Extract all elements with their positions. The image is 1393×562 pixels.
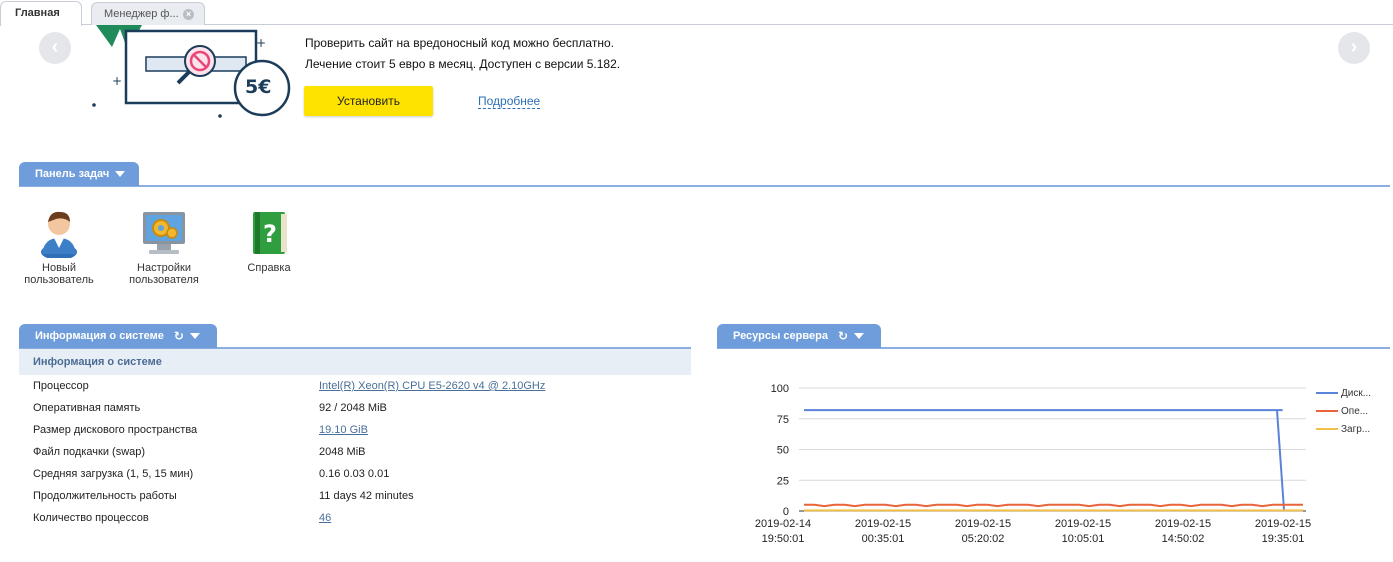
resources-header[interactable]: Ресурсы сервера ↻ bbox=[717, 324, 881, 348]
row-label-memory: Оперативная память bbox=[33, 402, 141, 414]
banner-line-1: Проверить сайт на вредоносный код можно … bbox=[305, 36, 614, 50]
row-label-load: Средняя загрузка (1, 5, 15 мин) bbox=[33, 468, 194, 480]
task-new-user-label: Новый пользователь bbox=[24, 262, 94, 286]
row-label-cpu: Процессор bbox=[33, 380, 89, 392]
legend-label: Диск... bbox=[1341, 388, 1372, 399]
chevron-down-icon[interactable] bbox=[854, 333, 865, 340]
section-divider bbox=[19, 185, 1390, 187]
task-user-settings-label: Настройки пользователя bbox=[129, 262, 199, 286]
sparkle-icon: + bbox=[112, 74, 122, 88]
help-book-icon: ? bbox=[253, 212, 287, 254]
row-label-swap: Файл подкачки (swap) bbox=[33, 446, 146, 458]
sysinfo-subheader: Информация о системе bbox=[19, 349, 691, 375]
chart-series-line bbox=[804, 503, 1303, 508]
legend-item[interactable]: Опе... bbox=[1316, 406, 1368, 417]
banner-line-2: Лечение стоит 5 евро в месяц. Доступен с… bbox=[305, 57, 621, 71]
chart-x-tick-date: 2019-02-15 bbox=[1055, 518, 1111, 530]
chart-x-tick-date: 2019-02-15 bbox=[1255, 518, 1311, 530]
chevron-left-icon: ‹ bbox=[51, 36, 59, 58]
chart-x-tick-time: 19:35:01 bbox=[1262, 533, 1305, 545]
svg-text:?: ? bbox=[263, 220, 277, 248]
chart-y-tick-label: 25 bbox=[777, 475, 789, 487]
row-label-processes: Количество процессов bbox=[33, 512, 149, 524]
legend-item[interactable]: Диск... bbox=[1316, 388, 1371, 399]
legend-swatch bbox=[1316, 410, 1338, 413]
more-info-link[interactable]: Подробнее bbox=[478, 95, 541, 109]
price-badge: 5€ bbox=[245, 76, 272, 98]
refresh-icon[interactable]: ↻ bbox=[174, 324, 184, 348]
legend-swatch bbox=[1316, 392, 1338, 395]
banner-next-button[interactable]: › bbox=[1338, 32, 1370, 64]
chart-x-tick-time: 05:20:02 bbox=[962, 533, 1005, 545]
resources-chart: 100 75 50 25 02019-02-14 19:50:01 2019-02-15 00… bbox=[755, 383, 1311, 545]
row-label-uptime: Продолжительность работы bbox=[33, 490, 177, 502]
row-value-processes[interactable]: 46 bbox=[319, 512, 331, 524]
tab-file-manager[interactable]: Менеджер ф... × bbox=[91, 2, 205, 25]
chart-x-tick-date: 2019-02-15 bbox=[855, 518, 911, 530]
chart-x-tick-date: 2019-02-14 bbox=[755, 518, 811, 530]
task-new-user[interactable]: Новый пользователь bbox=[14, 208, 104, 286]
legend-swatch bbox=[1316, 428, 1338, 431]
chart-x-tick-date: 2019-02-15 bbox=[1155, 518, 1211, 530]
chart-series-line bbox=[804, 409, 1285, 510]
chart-y-tick-label: 50 bbox=[777, 445, 789, 457]
chevron-right-icon: › bbox=[1350, 36, 1358, 58]
chart-y-tick-label: 75 bbox=[777, 414, 789, 426]
chart-x-tick-time: 10:05:01 bbox=[1062, 533, 1105, 545]
taskbar-header[interactable]: Панель задач bbox=[19, 162, 139, 186]
close-icon[interactable]: × bbox=[183, 9, 194, 20]
resources-title: Ресурсы сервера bbox=[733, 330, 828, 342]
chart-y-tick-label: 100 bbox=[771, 383, 789, 395]
taskbar-title: Панель задач bbox=[35, 168, 110, 180]
chevron-down-icon[interactable] bbox=[115, 171, 126, 178]
row-value-uptime: 11 days 42 minutes bbox=[319, 490, 414, 502]
sysinfo-title: Информация о системе bbox=[35, 330, 164, 342]
install-button[interactable]: Установить bbox=[304, 86, 433, 116]
chart-x-tick-time: 14:50:02 bbox=[1162, 533, 1205, 545]
chart-x-tick-time: 00:35:01 bbox=[862, 533, 905, 545]
chart-y-tick-label: 0 bbox=[783, 506, 789, 518]
row-value-swap: 2048 MiB bbox=[319, 446, 366, 458]
monitor-settings-icon bbox=[143, 212, 185, 254]
tab-bar: Главная Менеджер ф... × bbox=[0, 0, 1393, 26]
sysinfo-header[interactable]: Информация о системе ↻ bbox=[19, 324, 217, 348]
chevron-down-icon[interactable] bbox=[189, 333, 200, 340]
tab-home[interactable]: Главная bbox=[0, 1, 82, 26]
dot-shape bbox=[218, 114, 222, 118]
chart-x-tick-date: 2019-02-15 bbox=[955, 518, 1011, 530]
refresh-icon[interactable]: ↻ bbox=[838, 324, 848, 348]
legend-label: Загр... bbox=[1341, 424, 1371, 435]
banner-prev-button[interactable]: ‹ bbox=[39, 32, 71, 64]
chart-x-tick-time: 19:50:01 bbox=[762, 533, 805, 545]
row-value-disk[interactable]: 19.10 GiB bbox=[319, 424, 368, 436]
task-help[interactable]: ? Справка bbox=[224, 208, 314, 274]
row-label-disk: Размер дискового пространства bbox=[33, 424, 198, 436]
dot-shape bbox=[92, 103, 96, 107]
tab-home-label: Главная bbox=[15, 7, 60, 19]
server-dashboard: { "tabs": [ {"label": "Главная", "active… bbox=[0, 0, 1393, 562]
tab-file-manager-label: Менеджер ф... bbox=[104, 8, 179, 20]
row-value-cpu[interactable]: Intel(R) Xeon(R) CPU E5-2620 v4 @ 2.10GH… bbox=[319, 380, 545, 392]
task-user-settings[interactable]: Настройки пользователя bbox=[119, 208, 209, 286]
legend-label: Опе... bbox=[1341, 406, 1369, 417]
row-value-memory: 92 / 2048 MiB bbox=[319, 402, 387, 414]
sparkle-icon: + bbox=[256, 36, 266, 50]
legend-item[interactable]: Загр... bbox=[1316, 424, 1370, 435]
task-help-label: Справка bbox=[247, 262, 291, 274]
antivirus-illustration: + + bbox=[92, 25, 291, 118]
row-value-load: 0.16 0.03 0.01 bbox=[319, 468, 390, 480]
user-add-icon bbox=[41, 211, 77, 258]
